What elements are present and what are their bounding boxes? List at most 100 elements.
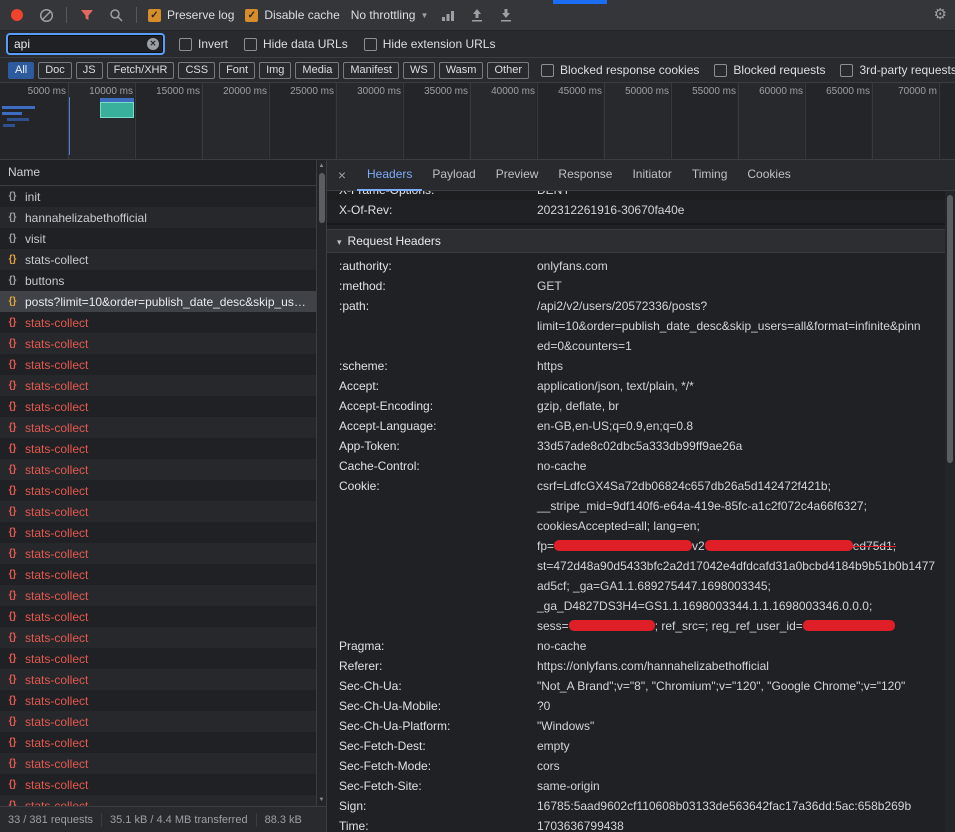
list-scrollbar[interactable]: ▲ ▼	[316, 160, 326, 806]
scrollbar-thumb[interactable]	[947, 195, 953, 463]
checkbox-3rd-party-requests[interactable]: 3rd-party requests	[840, 63, 955, 77]
checkbox-blocked-response-cookies[interactable]: Blocked response cookies	[541, 63, 699, 77]
request-row[interactable]: {}init	[0, 186, 316, 207]
invert-checkbox[interactable]: Invert	[179, 37, 228, 51]
header-row: Accept:application/json, text/plain, */*	[327, 376, 945, 396]
request-row[interactable]: {}hannahelizabethofficial	[0, 207, 316, 228]
header-name: Cookie:	[327, 476, 537, 636]
clear-filter-icon[interactable]: ✕	[147, 38, 159, 50]
filter-chip-fetch-xhr[interactable]: Fetch/XHR	[107, 62, 175, 79]
scroll-down-icon[interactable]: ▼	[317, 795, 326, 805]
request-row[interactable]: {}stats-collect	[0, 522, 316, 543]
request-row[interactable]: {}stats-collect	[0, 459, 316, 480]
request-row[interactable]: {}stats-collect	[0, 438, 316, 459]
request-row[interactable]: {}buttons	[0, 270, 316, 291]
scrollbar-thumb[interactable]	[319, 173, 325, 223]
script-icon: {}	[6, 380, 19, 391]
request-row[interactable]: {}stats-collect	[0, 564, 316, 585]
request-row[interactable]: {}stats-collect	[0, 732, 316, 753]
filter-chip-media[interactable]: Media	[295, 62, 339, 79]
chevron-down-icon: ▼	[420, 11, 428, 20]
tab-cookies[interactable]: Cookies	[737, 160, 800, 191]
hide-data-urls-checkbox[interactable]: Hide data URLs	[244, 37, 348, 51]
filter-chip-wasm[interactable]: Wasm	[439, 62, 484, 79]
request-row[interactable]: {}stats-collect	[0, 354, 316, 375]
hide-data-urls-label: Hide data URLs	[263, 37, 348, 51]
request-row[interactable]: {}stats-collect	[0, 396, 316, 417]
request-row[interactable]: {}stats-collect	[0, 480, 316, 501]
request-headers-section-toggle[interactable]: ▾Request Headers	[327, 229, 945, 253]
upload-icon	[471, 8, 483, 22]
name-column-header[interactable]: Name	[0, 160, 326, 186]
request-row[interactable]: {}stats-collect	[0, 648, 316, 669]
request-row[interactable]: {}stats-collect	[0, 543, 316, 564]
request-row[interactable]: {}stats-collect	[0, 669, 316, 690]
filter-chip-js[interactable]: JS	[76, 62, 103, 79]
header-name: :scheme:	[327, 356, 537, 376]
request-row[interactable]: {}stats-collect	[0, 690, 316, 711]
export-har-button[interactable]	[497, 6, 515, 24]
redaction-scribble	[705, 540, 853, 551]
request-row[interactable]: {}stats-collect	[0, 795, 316, 806]
filter-chip-doc[interactable]: Doc	[38, 62, 72, 79]
network-toolbar: ✓ Preserve log ✓ Disable cache No thrott…	[0, 0, 955, 31]
request-name: posts?limit=10&order=publish_date_desc&s…	[25, 295, 316, 309]
request-row[interactable]: {}stats-collect	[0, 249, 316, 270]
header-row: Sec-Ch-Ua-Mobile:?0	[327, 696, 945, 716]
filter-chip-other[interactable]: Other	[487, 62, 529, 79]
hide-extension-urls-checkbox[interactable]: Hide extension URLs	[364, 37, 496, 51]
request-row[interactable]: {}stats-collect	[0, 501, 316, 522]
clear-network-log-button[interactable]	[37, 6, 55, 24]
filter-chip-font[interactable]: Font	[219, 62, 255, 79]
script-icon: {}	[6, 716, 19, 727]
request-row[interactable]: {}stats-collect	[0, 606, 316, 627]
network-conditions-button[interactable]	[439, 6, 457, 24]
request-details-pane: × HeadersPayloadPreviewResponseInitiator…	[327, 160, 955, 832]
filter-chip-manifest[interactable]: Manifest	[343, 62, 399, 79]
request-row[interactable]: {}visit	[0, 228, 316, 249]
request-row[interactable]: {}stats-collect	[0, 417, 316, 438]
import-har-button[interactable]	[468, 6, 486, 24]
request-row[interactable]: {}posts?limit=10&order=publish_date_desc…	[0, 291, 316, 312]
request-row[interactable]: {}stats-collect	[0, 333, 316, 354]
filter-chip-css[interactable]: CSS	[178, 62, 215, 79]
tab-response[interactable]: Response	[548, 160, 622, 191]
request-name: stats-collect	[25, 694, 92, 708]
header-row: Referer:https://onlyfans.com/hannaheliza…	[327, 656, 945, 676]
request-row[interactable]: {}stats-collect	[0, 312, 316, 333]
checkbox-blocked-requests[interactable]: Blocked requests	[714, 63, 825, 77]
record-button[interactable]	[8, 6, 26, 24]
script-icon: {}	[6, 506, 19, 517]
request-row[interactable]: {}stats-collect	[0, 375, 316, 396]
preserve-log-checkbox[interactable]: ✓ Preserve log	[148, 8, 234, 22]
timeline-overview[interactable]: 5000 ms10000 ms15000 ms20000 ms25000 ms3…	[0, 83, 955, 160]
tab-payload[interactable]: Payload	[422, 160, 485, 191]
request-row[interactable]: {}stats-collect	[0, 774, 316, 795]
scroll-up-icon[interactable]: ▲	[317, 161, 326, 171]
tab-preview[interactable]: Preview	[486, 160, 549, 191]
tab-timing[interactable]: Timing	[682, 160, 738, 191]
filter-chip-img[interactable]: Img	[259, 62, 291, 79]
search-button[interactable]	[107, 6, 125, 24]
overview-tick-label: 35000 ms	[408, 86, 468, 97]
tab-initiator[interactable]: Initiator	[622, 160, 681, 191]
script-icon: {}	[6, 275, 19, 286]
filter-toggle-button[interactable]	[78, 6, 96, 24]
close-details-button[interactable]: ×	[327, 167, 357, 183]
filter-input[interactable]	[8, 35, 163, 53]
filter-chip-all[interactable]: All	[8, 62, 34, 79]
request-row[interactable]: {}stats-collect	[0, 711, 316, 732]
disable-cache-checkbox[interactable]: ✓ Disable cache	[245, 8, 339, 22]
overview-tick-label: 20000 ms	[207, 86, 267, 97]
throttling-dropdown[interactable]: No throttling ▼	[351, 8, 429, 22]
request-name: stats-collect	[25, 589, 92, 603]
tab-headers[interactable]: Headers	[357, 160, 422, 191]
details-scrollbar[interactable]	[945, 191, 955, 832]
request-row[interactable]: {}stats-collect	[0, 585, 316, 606]
header-value: gzip, deflate, br	[537, 396, 945, 416]
settings-gear-icon[interactable]: ⚙	[934, 6, 947, 24]
filter-chip-ws[interactable]: WS	[403, 62, 435, 79]
overview-tick-label: 60000 ms	[743, 86, 803, 97]
request-row[interactable]: {}stats-collect	[0, 753, 316, 774]
request-row[interactable]: {}stats-collect	[0, 627, 316, 648]
